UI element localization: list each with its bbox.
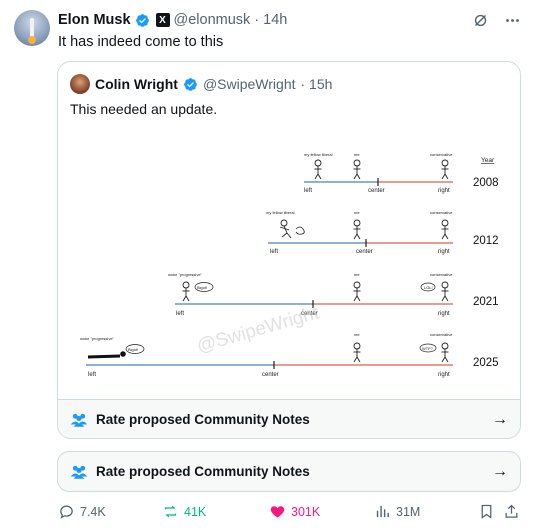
- like-count: 301K: [291, 504, 321, 519]
- reply-icon: [60, 505, 73, 519]
- arrow-right-icon: →: [492, 411, 508, 428]
- watermark: @SwipeWright: [195, 302, 322, 357]
- people-icon: [70, 413, 88, 427]
- label-me-2012: me: [354, 210, 360, 215]
- bubble-text-right-2025: WTF?: [422, 346, 434, 351]
- axis-center-2008: center: [368, 188, 385, 194]
- figure-conservative-2025: [441, 342, 449, 363]
- row-2012: my fellow liberal me conservative left c…: [266, 210, 499, 255]
- label-liberal-2021: woke "progressive": [168, 272, 203, 277]
- figure-conservative-2021: [441, 281, 449, 302]
- figure-liberal-lying-2025: [87, 351, 126, 359]
- year-2008: 2008: [473, 177, 499, 189]
- label-liberal-2012: my fellow liberal: [266, 210, 295, 215]
- author-handle[interactable]: @elonmusk: [174, 12, 251, 28]
- tweet-text: It has indeed come to this: [58, 34, 224, 50]
- tweet-time[interactable]: · 14h: [254, 12, 287, 28]
- figure-me-2021: [353, 281, 361, 302]
- repost-icon: [164, 505, 177, 518]
- axis-right-2008: right: [438, 188, 450, 194]
- figure-liberal-2008: [314, 159, 322, 180]
- row-2025: woke "progressive" me conservative Bigot…: [80, 332, 499, 378]
- share-icon: [505, 504, 518, 518]
- label-conservative-2012: conservative: [430, 210, 453, 215]
- arrow-right-icon: →: [492, 463, 508, 480]
- reply-button[interactable]: 7.4K: [58, 503, 106, 520]
- axis-left-2012: left: [270, 249, 278, 255]
- axis-left-2021: left: [176, 311, 184, 317]
- label-me-2008: me: [354, 152, 360, 157]
- figure-liberal-running-2012: [279, 219, 305, 239]
- bubble-text-left-2025: Bigot!: [128, 347, 138, 352]
- notes-label: Rate proposed Community Notes: [96, 464, 310, 479]
- community-notes-bar[interactable]: Rate proposed Community Notes →: [57, 451, 521, 492]
- label-conservative-2021: conservative: [430, 272, 453, 277]
- quoted-author-avatar[interactable]: [70, 74, 90, 94]
- label-liberal-2025: woke "progressive": [80, 336, 115, 341]
- heart-icon: [270, 506, 285, 518]
- quoted-author-name[interactable]: Colin Wright: [95, 76, 178, 92]
- rocket-flame-graphic: [28, 36, 36, 44]
- bookmark-button[interactable]: [478, 503, 495, 520]
- figure-me-2012: [353, 219, 361, 240]
- tweet-actions: 7.4K 41K 301K 31M: [56, 503, 522, 523]
- analytics-icon: [376, 505, 389, 518]
- quoted-author-handle[interactable]: @SwipeWright: [203, 76, 296, 92]
- figure-conservative-2012: [441, 219, 449, 240]
- axis-center-2025: center: [262, 372, 279, 378]
- axis-right-2012: right: [438, 249, 450, 255]
- label-conservative-2025: conservative: [430, 332, 453, 337]
- year-2021: 2021: [473, 296, 499, 308]
- bookmark-icon: [481, 504, 492, 519]
- year-2025: 2025: [473, 357, 499, 369]
- author-name[interactable]: Elon Musk: [58, 12, 131, 28]
- people-icon: [70, 465, 88, 479]
- year-2012: 2012: [473, 235, 499, 247]
- label-me-2025: me: [354, 332, 360, 337]
- quoted-tweet-text: This needed an update.: [70, 101, 218, 117]
- author-avatar[interactable]: [14, 10, 50, 46]
- axis-left-2008: left: [304, 188, 312, 194]
- figure-conservative-2008: [441, 159, 449, 180]
- bubble-text-right-2021: LOL!: [424, 285, 433, 290]
- verified-badge-icon: [135, 13, 149, 27]
- like-button[interactable]: 301K: [269, 503, 320, 520]
- row-2021: woke "progressive" me conservative Bigot…: [168, 272, 499, 317]
- axis-left-2025: left: [88, 372, 96, 378]
- tweet-top-actions: [471, 11, 521, 29]
- quoted-community-notes-bar[interactable]: Rate proposed Community Notes →: [58, 399, 520, 438]
- figure-liberal-2021: [182, 281, 190, 302]
- bubble-text-left-2021: Bigot!: [197, 285, 207, 290]
- quoted-tweet-header: Colin Wright @SwipeWright · 15h: [70, 74, 332, 94]
- quoted-tweet-card[interactable]: Colin Wright @SwipeWright · 15h This nee…: [57, 61, 521, 439]
- share-button[interactable]: [503, 503, 520, 520]
- views-count: 31M: [396, 504, 421, 519]
- label-me-2021: me: [354, 272, 360, 277]
- row-2008: my fellow liberal me conservative left c…: [304, 152, 499, 194]
- quoted-notes-label: Rate proposed Community Notes: [96, 412, 310, 427]
- label-liberal-2008: my fellow liberal: [304, 152, 333, 157]
- x-affiliate-badge-icon: X: [155, 13, 170, 27]
- figure-me-2025: [353, 342, 361, 363]
- figure-me-2008: [353, 159, 361, 180]
- tweet-header: Elon Musk X @elonmusk · 14h: [58, 11, 287, 29]
- verified-badge-icon: [184, 77, 197, 91]
- label-conservative-2008: conservative: [430, 152, 453, 157]
- more-options-icon[interactable]: [503, 11, 521, 29]
- axis-right-2021: right: [438, 311, 450, 317]
- year-header: Year: [481, 157, 495, 164]
- axis-right-2025: right: [438, 372, 450, 378]
- reply-count: 7.4K: [80, 504, 106, 519]
- grok-icon[interactable]: [471, 11, 489, 29]
- repost-count: 41K: [184, 504, 207, 519]
- views-button[interactable]: 31M: [374, 503, 420, 520]
- quoted-tweet-time[interactable]: · 15h: [301, 76, 333, 92]
- repost-button[interactable]: 41K: [162, 503, 206, 520]
- political-spectrum-image[interactable]: Year my fellow liberal me conservative l…: [58, 130, 520, 394]
- axis-center-2012: center: [356, 249, 373, 255]
